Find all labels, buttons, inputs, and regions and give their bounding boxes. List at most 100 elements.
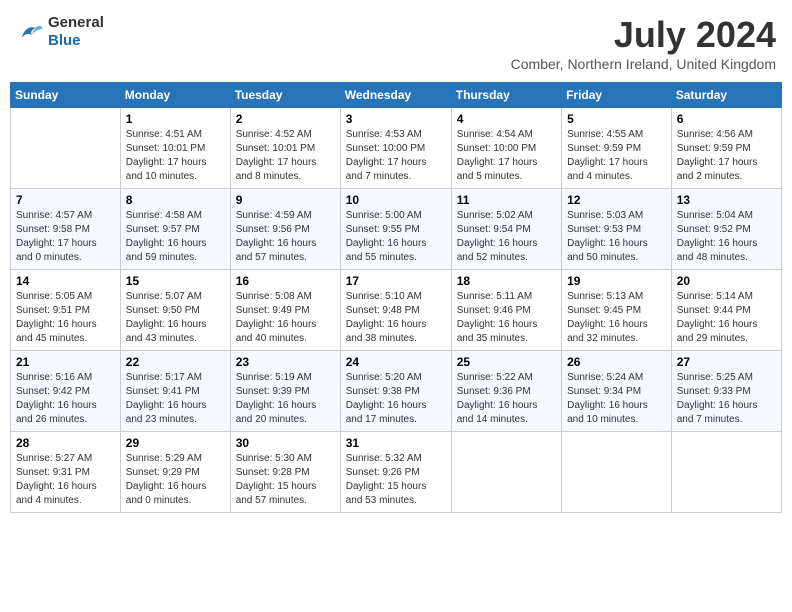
day-info: Sunrise: 5:30 AMSunset: 9:28 PMDaylight:… bbox=[236, 452, 335, 508]
day-number: 15 bbox=[126, 274, 225, 288]
day-info: Sunrise: 5:25 AMSunset: 9:33 PMDaylight:… bbox=[677, 371, 776, 427]
day-number: 26 bbox=[567, 355, 666, 369]
calendar-cell: 28 Sunrise: 5:27 AMSunset: 9:31 PMDayligh… bbox=[11, 432, 121, 513]
day-info: Sunrise: 5:14 AMSunset: 9:44 PMDaylight:… bbox=[677, 290, 776, 346]
day-number: 29 bbox=[126, 436, 225, 450]
calendar-cell: 24 Sunrise: 5:20 AMSunset: 9:38 PMDayligh… bbox=[340, 351, 451, 432]
day-info: Sunrise: 5:27 AMSunset: 9:31 PMDaylight:… bbox=[16, 452, 115, 508]
day-info: Sunrise: 4:59 AMSunset: 9:56 PMDaylight:… bbox=[236, 209, 335, 265]
day-number: 21 bbox=[16, 355, 115, 369]
calendar-cell: 21 Sunrise: 5:16 AMSunset: 9:42 PMDayligh… bbox=[11, 351, 121, 432]
day-info: Sunrise: 4:57 AMSunset: 9:58 PMDaylight:… bbox=[16, 209, 115, 265]
calendar-table: SundayMondayTuesdayWednesdayThursdayFrid… bbox=[10, 82, 782, 513]
day-info: Sunrise: 5:29 AMSunset: 9:29 PMDaylight:… bbox=[126, 452, 225, 508]
column-header-wednesday: Wednesday bbox=[340, 83, 451, 108]
column-header-friday: Friday bbox=[562, 83, 672, 108]
logo-general: General bbox=[48, 14, 104, 31]
calendar-cell: 19 Sunrise: 5:13 AMSunset: 9:45 PMDayligh… bbox=[562, 270, 672, 351]
column-header-sunday: Sunday bbox=[11, 83, 121, 108]
calendar-cell: 6 Sunrise: 4:56 AMSunset: 9:59 PMDaylight… bbox=[671, 108, 781, 189]
day-info: Sunrise: 5:32 AMSunset: 9:26 PMDaylight:… bbox=[346, 452, 446, 508]
calendar-cell: 8Sunrise: 4:58 AMSunset: 9:57 PMDaylight… bbox=[120, 189, 230, 270]
day-info: Sunrise: 4:58 AMSunset: 9:57 PMDaylight:… bbox=[126, 209, 225, 265]
calendar-cell: 22Sunrise: 5:17 AMSunset: 9:41 PMDayligh… bbox=[120, 351, 230, 432]
day-number: 9 bbox=[236, 193, 335, 207]
day-info: Sunrise: 4:56 AMSunset: 9:59 PMDaylight:… bbox=[677, 128, 776, 184]
calendar-week-row: 28 Sunrise: 5:27 AMSunset: 9:31 PMDayligh… bbox=[11, 432, 782, 513]
day-info: Sunrise: 5:24 AMSunset: 9:34 PMDaylight:… bbox=[567, 371, 666, 427]
day-number: 25 bbox=[457, 355, 556, 369]
column-header-thursday: Thursday bbox=[451, 83, 561, 108]
day-info: Sunrise: 4:55 AMSunset: 9:59 PMDaylight:… bbox=[567, 128, 666, 184]
day-number: 12 bbox=[567, 193, 666, 207]
day-number: 16 bbox=[236, 274, 335, 288]
calendar-cell: 15 Sunrise: 5:07 AMSunset: 9:50 PMDayligh… bbox=[120, 270, 230, 351]
calendar-week-row: 14Sunrise: 5:05 AMSunset: 9:51 PMDayligh… bbox=[11, 270, 782, 351]
day-number: 3 bbox=[346, 112, 446, 126]
calendar-cell: 10 Sunrise: 5:00 AMSunset: 9:55 PMDayligh… bbox=[340, 189, 451, 270]
calendar-week-row: 21 Sunrise: 5:16 AMSunset: 9:42 PMDayligh… bbox=[11, 351, 782, 432]
day-number: 24 bbox=[346, 355, 446, 369]
day-number: 22 bbox=[126, 355, 225, 369]
day-info: Sunrise: 4:53 AMSunset: 10:00 PMDaylight… bbox=[346, 128, 446, 184]
page-header: General Blue July 2024 Comber, Northern … bbox=[10, 10, 782, 76]
title-block: July 2024 Comber, Northern Ireland, Unit… bbox=[511, 14, 776, 72]
day-number: 28 bbox=[16, 436, 115, 450]
logo-bird-icon bbox=[16, 18, 44, 46]
calendar-cell: 27Sunrise: 5:25 AMSunset: 9:33 PMDayligh… bbox=[671, 351, 781, 432]
day-info: Sunrise: 5:10 AMSunset: 9:48 PMDaylight:… bbox=[346, 290, 446, 346]
day-number: 20 bbox=[677, 274, 776, 288]
calendar-cell: 11 Sunrise: 5:02 AMSunset: 9:54 PMDayligh… bbox=[451, 189, 561, 270]
calendar-cell: 9 Sunrise: 4:59 AMSunset: 9:56 PMDaylight… bbox=[230, 189, 340, 270]
day-info: Sunrise: 5:07 AMSunset: 9:50 PMDaylight:… bbox=[126, 290, 225, 346]
day-number: 4 bbox=[457, 112, 556, 126]
day-info: Sunrise: 5:11 AMSunset: 9:46 PMDaylight:… bbox=[457, 290, 556, 346]
day-info: Sunrise: 5:00 AMSunset: 9:55 PMDaylight:… bbox=[346, 209, 446, 265]
day-info: Sunrise: 5:13 AMSunset: 9:45 PMDaylight:… bbox=[567, 290, 666, 346]
day-number: 10 bbox=[346, 193, 446, 207]
calendar-cell: 16 Sunrise: 5:08 AMSunset: 9:49 PMDayligh… bbox=[230, 270, 340, 351]
day-info: Sunrise: 4:51 AMSunset: 10:01 PMDaylight… bbox=[126, 128, 225, 184]
calendar-cell: 17 Sunrise: 5:10 AMSunset: 9:48 PMDayligh… bbox=[340, 270, 451, 351]
day-number: 30 bbox=[236, 436, 335, 450]
calendar-week-row: 1 Sunrise: 4:51 AMSunset: 10:01 PMDayligh… bbox=[11, 108, 782, 189]
calendar-cell: 7 Sunrise: 4:57 AMSunset: 9:58 PMDaylight… bbox=[11, 189, 121, 270]
day-info: Sunrise: 5:19 AMSunset: 9:39 PMDaylight:… bbox=[236, 371, 335, 427]
calendar-cell: 25 Sunrise: 5:22 AMSunset: 9:36 PMDayligh… bbox=[451, 351, 561, 432]
day-info: Sunrise: 5:22 AMSunset: 9:36 PMDaylight:… bbox=[457, 371, 556, 427]
logo-text: General Blue bbox=[48, 14, 104, 50]
calendar-cell: 13 Sunrise: 5:04 AMSunset: 9:52 PMDayligh… bbox=[671, 189, 781, 270]
calendar-cell: 2Sunrise: 4:52 AMSunset: 10:01 PMDayligh… bbox=[230, 108, 340, 189]
day-number: 2 bbox=[236, 112, 335, 126]
day-info: Sunrise: 5:02 AMSunset: 9:54 PMDaylight:… bbox=[457, 209, 556, 265]
column-header-saturday: Saturday bbox=[671, 83, 781, 108]
calendar-cell: 26 Sunrise: 5:24 AMSunset: 9:34 PMDayligh… bbox=[562, 351, 672, 432]
calendar-cell: 29 Sunrise: 5:29 AMSunset: 9:29 PMDayligh… bbox=[120, 432, 230, 513]
day-number: 13 bbox=[677, 193, 776, 207]
calendar-cell: 1 Sunrise: 4:51 AMSunset: 10:01 PMDayligh… bbox=[120, 108, 230, 189]
calendar-cell: 30 Sunrise: 5:30 AMSunset: 9:28 PMDayligh… bbox=[230, 432, 340, 513]
day-number: 11 bbox=[457, 193, 556, 207]
day-number: 17 bbox=[346, 274, 446, 288]
day-number: 7 bbox=[16, 193, 115, 207]
calendar-cell: 12Sunrise: 5:03 AMSunset: 9:53 PMDayligh… bbox=[562, 189, 672, 270]
location-subtitle: Comber, Northern Ireland, United Kingdom bbox=[511, 56, 776, 72]
day-info: Sunrise: 4:54 AMSunset: 10:00 PMDaylight… bbox=[457, 128, 556, 184]
day-number: 18 bbox=[457, 274, 556, 288]
day-info: Sunrise: 5:04 AMSunset: 9:52 PMDaylight:… bbox=[677, 209, 776, 265]
month-year-title: July 2024 bbox=[511, 14, 776, 56]
day-number: 19 bbox=[567, 274, 666, 288]
calendar-cell: 14Sunrise: 5:05 AMSunset: 9:51 PMDayligh… bbox=[11, 270, 121, 351]
calendar-cell: 31Sunrise: 5:32 AMSunset: 9:26 PMDayligh… bbox=[340, 432, 451, 513]
calendar-cell: 23Sunrise: 5:19 AMSunset: 9:39 PMDayligh… bbox=[230, 351, 340, 432]
day-info: Sunrise: 5:16 AMSunset: 9:42 PMDaylight:… bbox=[16, 371, 115, 427]
calendar-cell: 5Sunrise: 4:55 AMSunset: 9:59 PMDaylight… bbox=[562, 108, 672, 189]
day-info: Sunrise: 5:08 AMSunset: 9:49 PMDaylight:… bbox=[236, 290, 335, 346]
calendar-cell bbox=[11, 108, 121, 189]
day-number: 1 bbox=[126, 112, 225, 126]
calendar-cell: 20 Sunrise: 5:14 AMSunset: 9:44 PMDayligh… bbox=[671, 270, 781, 351]
day-number: 6 bbox=[677, 112, 776, 126]
day-info: Sunrise: 5:20 AMSunset: 9:38 PMDaylight:… bbox=[346, 371, 446, 427]
day-info: Sunrise: 5:05 AMSunset: 9:51 PMDaylight:… bbox=[16, 290, 115, 346]
logo: General Blue bbox=[16, 14, 104, 50]
